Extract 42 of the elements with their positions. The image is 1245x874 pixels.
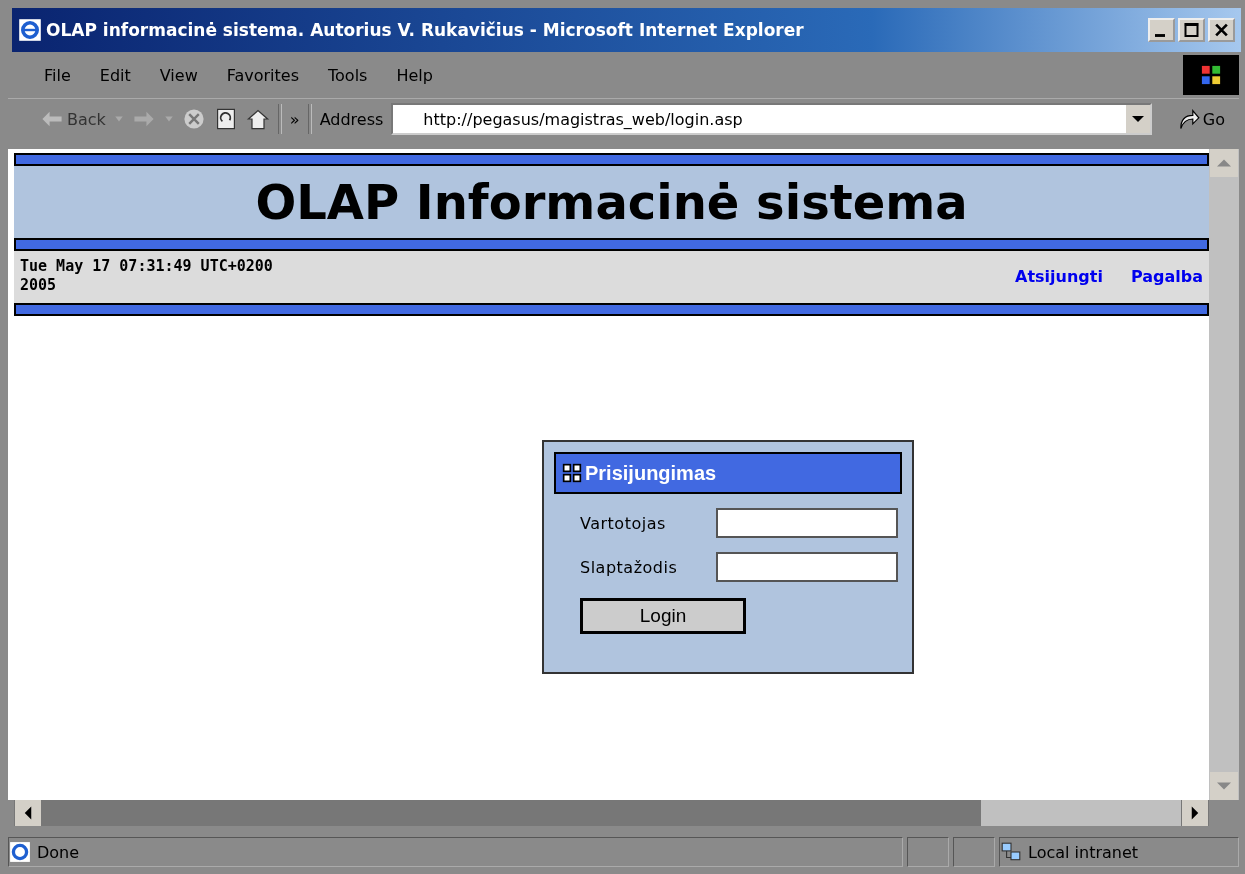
more-button[interactable]: » <box>289 109 300 129</box>
network-icon <box>1000 841 1022 863</box>
back-button[interactable]: Back <box>40 107 106 131</box>
address-label: Address <box>319 109 384 129</box>
window-title: OLAP informacinė sistema. Autorius V. Rukavičius - Microsoft Internet Explorer <box>46 20 805 40</box>
menu-item[interactable]: Help <box>396 65 433 85</box>
status-text: Done <box>37 842 80 862</box>
menu-item[interactable]: Edit <box>99 65 131 85</box>
home-icon[interactable] <box>245 107 270 131</box>
nav-link[interactable]: Pagalba <box>1130 267 1203 286</box>
minimize-button[interactable] <box>1148 18 1175 42</box>
dropdown-arrow-icon[interactable] <box>1131 113 1144 125</box>
page-icon <box>9 841 31 863</box>
field-label: Vartotojas <box>580 513 667 533</box>
menu-item[interactable]: View <box>159 65 198 85</box>
status-pane <box>907 837 949 867</box>
input-field[interactable] <box>716 552 898 582</box>
menu-item[interactable]: Favorites <box>226 65 299 85</box>
caret-icon <box>163 114 174 124</box>
address-field[interactable]: http://pegasus/magistras_web/login.asp <box>391 103 1152 135</box>
go-button[interactable]: Go <box>1175 107 1225 131</box>
page-heading: OLAP Informacinė sistema <box>255 174 968 230</box>
maximize-icon <box>1182 22 1201 38</box>
date-text: Tue May 17 07:31:49 UTC+0200 2005 <box>20 257 274 295</box>
field-label: Slaptažodis <box>580 557 679 577</box>
maximize-button[interactable] <box>1178 18 1205 42</box>
close-icon <box>1212 22 1231 38</box>
browser-icon <box>18 18 42 42</box>
nav-link[interactable]: Atsijungti <box>1015 267 1103 286</box>
minimize-icon <box>1155 34 1165 37</box>
caret-icon <box>113 114 124 124</box>
status-pane <box>953 837 995 867</box>
horizontal-scrollbar[interactable] <box>14 800 1209 826</box>
menu-item[interactable]: Tools <box>328 65 368 85</box>
grid-icon <box>562 463 582 483</box>
login-button[interactable]: Login <box>580 598 746 634</box>
menu-item[interactable]: File <box>44 65 71 85</box>
zone-text: Local intranet <box>1028 842 1139 862</box>
input-field[interactable] <box>716 508 898 538</box>
panel-title: Prisijungimas <box>585 461 717 485</box>
close-button[interactable] <box>1208 18 1235 42</box>
stop-icon[interactable] <box>181 107 206 131</box>
